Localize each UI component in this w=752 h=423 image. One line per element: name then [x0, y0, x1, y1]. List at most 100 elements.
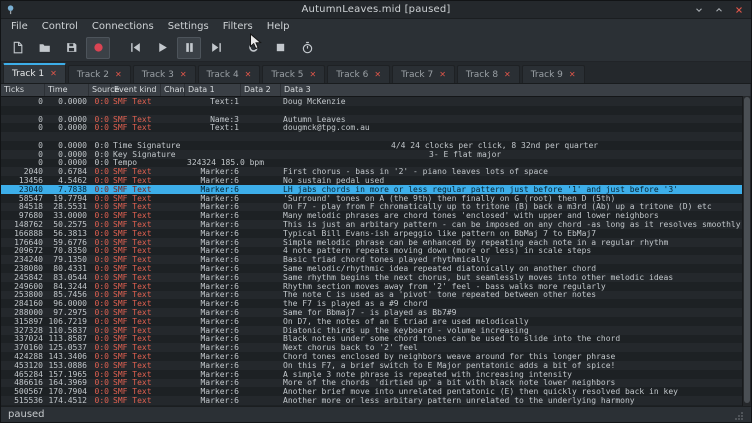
event-row[interactable]: 486616164.39690:0SMF TextMarker:6More of… — [1, 379, 751, 388]
cell-time: 84.3244 — [45, 282, 89, 291]
event-row[interactable]: 453120153.08860:0SMF TextMarker:6On this… — [1, 361, 751, 370]
event-row[interactable]: 00.00000:0SMF TextText:1Doug McKenzie — [1, 97, 751, 106]
scrollbar-thumb[interactable] — [744, 97, 750, 403]
event-row[interactable]: 00.00000:0SMF TextName:3Autumn Leaves — [1, 115, 751, 124]
cell-d3: 3- E flat major — [281, 150, 751, 159]
tab-close-icon[interactable]: ✕ — [569, 71, 576, 79]
tab-track-6[interactable]: Track 6 ✕ — [327, 65, 390, 83]
event-row[interactable]: 20967270.83500:0SMF TextMarker:64 note p… — [1, 247, 751, 256]
event-row[interactable]: 465284157.19650:0SMF TextMarker:6A simpl… — [1, 370, 751, 379]
stop-button[interactable] — [268, 37, 292, 59]
close-icon[interactable] — [732, 3, 746, 17]
event-row[interactable] — [1, 132, 751, 141]
tab-close-icon[interactable]: ✕ — [50, 70, 57, 78]
play-button[interactable] — [150, 37, 174, 59]
timer-button[interactable] — [295, 37, 319, 59]
event-row[interactable]: 24960084.32440:0SMF TextMarker:6Rhythm s… — [1, 282, 751, 291]
open-file-button[interactable] — [32, 37, 56, 59]
tab-track-4[interactable]: Track 4✕ — [198, 65, 261, 83]
pause-button[interactable] — [177, 37, 201, 59]
event-row[interactable]: 424288143.34060:0SMF TextMarker:6Chord t… — [1, 352, 751, 361]
menu-settings[interactable]: Settings — [161, 19, 216, 34]
title-bar: AutumnLeaves.mid [paused] — [1, 1, 751, 19]
event-row[interactable]: 14876250.25750:0SMF TextMarker:6This is … — [1, 220, 751, 229]
cell-time: 19.7794 — [45, 194, 89, 203]
event-row[interactable]: 23808080.43310:0SMF TextMarker:6Same mel… — [1, 264, 751, 273]
event-row[interactable]: 337024113.85870:0SMF TextMarker:6Black n… — [1, 335, 751, 344]
tab-track-9[interactable]: Track 9✕ — [522, 65, 585, 83]
cell-d1: Marker:6 — [185, 326, 241, 335]
cell-d3: Another more or less arbitary pattern un… — [281, 396, 751, 405]
column-header-data-3[interactable]: Data 3 — [281, 84, 751, 96]
column-header-data-2[interactable]: Data 2 — [241, 84, 281, 96]
tab-close-icon[interactable]: ✕ — [374, 71, 381, 79]
tab-track-3[interactable]: Track 3✕ — [133, 65, 196, 83]
cell-d3: On this F7, a brief switch to E Major pe… — [281, 361, 751, 370]
column-header-data-1[interactable]: Data 1 — [185, 84, 241, 96]
event-row[interactable]: 500567170.79040:0SMF TextMarker:6Another… — [1, 387, 751, 396]
event-row[interactable]: 16688856.38130:0SMF TextMarker:6Typical … — [1, 229, 751, 238]
record-button[interactable] — [86, 37, 110, 59]
cell-d1: Marker:6 — [185, 167, 241, 176]
save-file-button[interactable] — [59, 37, 83, 59]
event-row[interactable]: 00.00000:0Key Signature3- E flat major — [1, 150, 751, 159]
event-row[interactable]: 327328110.58370:0SMF TextMarker:6Diatoni… — [1, 326, 751, 335]
column-header-chan[interactable]: Chan — [161, 84, 185, 96]
minimize-icon[interactable] — [692, 3, 706, 17]
event-row[interactable]: 134564.54620:0SMF TextMarker:6No sustain… — [1, 176, 751, 185]
tab-close-icon[interactable]: ✕ — [245, 71, 252, 79]
column-header-event-kind[interactable]: Event kind — [111, 84, 161, 96]
event-row[interactable]: 5854719.77940:0SMF TextMarker:6'Surround… — [1, 194, 751, 203]
event-row[interactable] — [1, 106, 751, 115]
cell-time: 33.0000 — [45, 211, 89, 220]
record-toggle-button[interactable] — [241, 37, 265, 59]
table-body: 00.00000:0SMF TextText:1Doug McKenzie 00.… — [1, 97, 751, 406]
vertical-scrollbar[interactable] — [742, 96, 751, 406]
event-row[interactable]: 370160125.05370:0SMF TextMarker:6Next ch… — [1, 343, 751, 352]
tab-close-icon[interactable]: ✕ — [504, 71, 511, 79]
menu-help[interactable]: Help — [260, 19, 297, 34]
cell-ticks: 0 — [1, 115, 45, 124]
event-row[interactable]: 00.00000:0SMF TextText:1dougmck@tpg.com.… — [1, 123, 751, 132]
tab-track-8[interactable]: Track 8✕ — [457, 65, 520, 83]
event-row[interactable]: 515536174.45120:0SMF TextMarker:6Another… — [1, 396, 751, 405]
column-header-source[interactable]: Source — [89, 84, 111, 96]
tab-close-icon[interactable]: ✕ — [310, 71, 317, 79]
skip-backward-button[interactable] — [123, 37, 147, 59]
event-row[interactable]: 315897106.72190:0SMF TextMarker:6On D7, … — [1, 317, 751, 326]
cell-kind: SMF Text — [111, 361, 161, 370]
cell-ticks: 327328 — [1, 326, 45, 335]
event-row[interactable]: 28800097.29750:0SMF TextMarker:6Same for… — [1, 308, 751, 317]
skip-forward-button[interactable] — [204, 37, 228, 59]
tab-track-1[interactable]: Track 1✕ — [3, 63, 66, 83]
new-file-button[interactable] — [5, 37, 29, 59]
event-row[interactable]: 20400.67840:0SMF TextMarker:6First choru… — [1, 167, 751, 176]
column-header-ticks[interactable]: Ticks — [1, 84, 45, 96]
cell-kind: SMF Text — [111, 317, 161, 326]
event-row[interactable]: 23424079.13500:0SMF TextMarker:6Basic tr… — [1, 255, 751, 264]
event-row[interactable]: 25380085.74560:0SMF TextMarker:6The note… — [1, 291, 751, 300]
event-row[interactable]: 9768033.00000:0SMF TextMarker:6Many melo… — [1, 211, 751, 220]
tab-track-2[interactable]: Track 2✕ — [68, 65, 131, 83]
menu-control[interactable]: Control — [35, 19, 85, 34]
tab-close-icon[interactable]: ✕ — [180, 71, 187, 79]
maximize-icon[interactable] — [712, 3, 726, 17]
resize-grip-icon[interactable] — [732, 409, 744, 421]
event-row[interactable]: 24584283.05440:0SMF TextMarker:6Same rhy… — [1, 273, 751, 282]
menu-connections[interactable]: Connections — [85, 19, 161, 34]
event-row[interactable]: 28416096.00000:0SMF TextMarker:6the F7 i… — [1, 299, 751, 308]
event-row[interactable]: 00.00000:0Tempo324324 185.0 bpm — [1, 159, 751, 168]
tab-track-5[interactable]: Track 5✕ — [262, 65, 325, 83]
menu-file[interactable]: File — [4, 19, 35, 34]
event-row[interactable]: 00.00000:0Time Signature4/4 24 clocks pe… — [1, 141, 751, 150]
cell-time: 0.0000 — [45, 123, 89, 132]
event-row[interactable]: 8451828.55310:0SMF TextMarker:6On F7 - p… — [1, 203, 751, 212]
tab-track-7[interactable]: Track 7✕ — [392, 65, 455, 83]
menu-filters[interactable]: Filters — [216, 19, 260, 34]
column-header-time[interactable]: Time — [45, 84, 89, 96]
event-row[interactable]: 17664059.67760:0SMF TextMarker:6Simple m… — [1, 238, 751, 247]
event-row-selected[interactable]: 230407.78380:0SMF TextMarker:6LH jabs ch… — [1, 185, 751, 194]
tab-close-icon[interactable]: ✕ — [439, 71, 446, 79]
tab-label: Track 6 — [336, 70, 368, 80]
tab-close-icon[interactable]: ✕ — [115, 71, 122, 79]
